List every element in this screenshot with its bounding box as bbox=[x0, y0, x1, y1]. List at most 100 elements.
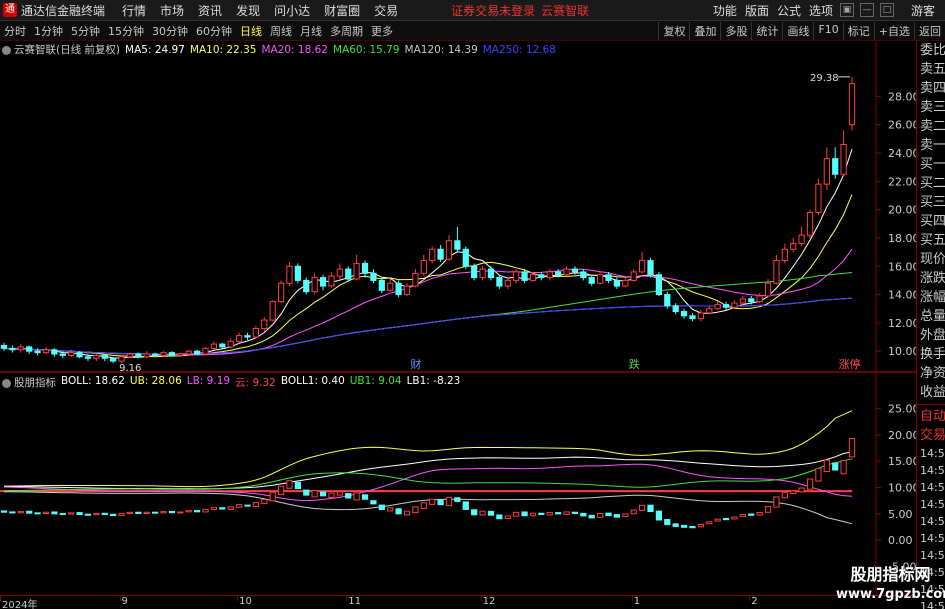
quote-field-16[interactable]: 换手 bbox=[917, 345, 945, 364]
menu-xuanxiang[interactable]: 选项 bbox=[809, 2, 833, 19]
period-tab-5[interactable]: 60分钟 bbox=[192, 23, 236, 39]
period-tab-3[interactable]: 15分钟 bbox=[104, 23, 148, 39]
quote-field-10[interactable]: 买五 bbox=[917, 231, 945, 250]
toolbar-button-8[interactable]: 返回 bbox=[914, 21, 945, 40]
date-tick-4: 12 bbox=[482, 596, 496, 607]
quote-field-13[interactable]: 涨幅 bbox=[917, 288, 945, 307]
menu-shichang[interactable]: 市场 bbox=[160, 2, 184, 19]
quote-field-5[interactable]: 卖一 bbox=[917, 136, 945, 155]
toolbar-button-5[interactable]: F10 bbox=[813, 21, 842, 40]
indicator-bar bbox=[336, 491, 343, 496]
candle bbox=[252, 325, 259, 339]
price-tick-label: 22.00 bbox=[888, 175, 916, 188]
candle bbox=[9, 345, 16, 353]
menu-wenxiaoda[interactable]: 问小达 bbox=[274, 2, 310, 19]
event-marker-1[interactable]: 跌 bbox=[629, 357, 640, 371]
menu-jiaoyi[interactable]: 交易 bbox=[374, 2, 398, 19]
settings-circle-icon[interactable] bbox=[2, 45, 11, 55]
guest-label[interactable]: 游客 bbox=[911, 2, 935, 19]
legend-name: 云赛智联(日线 前复权) bbox=[2, 42, 120, 57]
indicator-bar bbox=[445, 496, 453, 507]
toolbar-button-3[interactable]: 统计 bbox=[751, 21, 782, 40]
menu-gongshi[interactable]: 公式 bbox=[777, 2, 801, 19]
skin-icon[interactable]: ▣ bbox=[839, 3, 854, 17]
quote-field-3[interactable]: 卖三 bbox=[917, 98, 945, 117]
period-tab-4[interactable]: 30分钟 bbox=[148, 23, 192, 39]
trade-header-0[interactable]: 自动 bbox=[917, 407, 945, 426]
trade-header-1[interactable]: 交易 bbox=[917, 426, 945, 445]
period-tab-6[interactable]: 日线 bbox=[236, 23, 266, 39]
quote-field-15[interactable]: 外盘 bbox=[917, 326, 945, 345]
indicator-bar bbox=[294, 481, 301, 490]
quote-field-12[interactable]: 涨跌 bbox=[917, 269, 945, 288]
toolbar-button-2[interactable]: 多股 bbox=[720, 21, 751, 40]
indicator-tick-label: 20.00 bbox=[888, 429, 916, 442]
menu-hangqing[interactable]: 行情 bbox=[122, 2, 146, 19]
candle bbox=[487, 266, 495, 281]
price-tick-label: 24.00 bbox=[888, 147, 916, 160]
quote-field-4[interactable]: 卖二 bbox=[917, 117, 945, 136]
candle bbox=[227, 338, 234, 349]
period-tab-1[interactable]: 1分钟 bbox=[30, 23, 67, 39]
period-tab-8[interactable]: 月线 bbox=[296, 23, 326, 39]
quote-field-1[interactable]: 卖五 bbox=[917, 60, 945, 79]
indicator-bar bbox=[210, 507, 218, 511]
quote-field-14[interactable]: 总量 bbox=[917, 307, 945, 326]
menu-caifuquan[interactable]: 财富圈 bbox=[324, 2, 360, 19]
quote-field-9[interactable]: 买四 bbox=[917, 212, 945, 231]
candle bbox=[294, 263, 301, 284]
toolbar-button-4[interactable]: 画线 bbox=[782, 21, 813, 40]
toolbar-button-7[interactable]: +自选 bbox=[873, 21, 914, 40]
app-window: 通 通达信金融终端 行情 市场 资讯 发现 问小达 财富圈 交易 证券交易未登录… bbox=[0, 0, 945, 609]
period-tab-7[interactable]: 周线 bbox=[266, 23, 296, 39]
toolbar-button-6[interactable]: 标记 bbox=[842, 21, 874, 40]
right-menu: 功能 版面 公式 选项 ▣ — □ 游客 bbox=[709, 2, 945, 19]
event-marker-0[interactable]: 财 bbox=[410, 357, 421, 371]
quote-field-11[interactable]: 现价 bbox=[917, 250, 945, 269]
menu-gongneng[interactable]: 功能 bbox=[713, 2, 737, 19]
indicator-bar bbox=[420, 502, 427, 509]
indicator-bar bbox=[26, 510, 33, 514]
period-tab-10[interactable]: 更多 bbox=[367, 23, 397, 39]
menu-zixun[interactable]: 资讯 bbox=[198, 2, 222, 19]
period-tab-9[interactable]: 多周期 bbox=[326, 23, 367, 39]
quote-field-6[interactable]: 买一 bbox=[917, 155, 945, 174]
event-marker-2[interactable]: 涨停 bbox=[839, 357, 861, 371]
minimize-icon[interactable]: — bbox=[859, 3, 874, 17]
date-tick-5: 1 bbox=[633, 596, 641, 607]
period-tab-0[interactable]: 分时 bbox=[0, 23, 30, 39]
indicator-bar bbox=[361, 494, 369, 500]
indicator-bar bbox=[798, 487, 805, 493]
login-notice[interactable]: 证券交易未登录 bbox=[451, 2, 535, 19]
candle bbox=[706, 305, 713, 315]
toolbar-button-1[interactable]: 叠加 bbox=[689, 21, 720, 40]
indicator-bar bbox=[17, 511, 24, 514]
quote-field-2[interactable]: 卖四 bbox=[917, 79, 945, 98]
indicator-bar bbox=[202, 508, 209, 513]
indicator-bar bbox=[597, 513, 604, 518]
quote-field-8[interactable]: 买三 bbox=[917, 193, 945, 212]
toolbar-button-0[interactable]: 复权 bbox=[658, 21, 689, 40]
settings-circle-icon[interactable] bbox=[2, 378, 11, 388]
moving-average-lines bbox=[3, 148, 853, 359]
indicator-bar bbox=[756, 511, 763, 516]
quote-field-7[interactable]: 买二 bbox=[917, 174, 945, 193]
legend-item-2: MA20: 18.62 bbox=[261, 43, 328, 56]
candle bbox=[437, 245, 444, 263]
candle bbox=[823, 147, 830, 190]
candle bbox=[387, 278, 394, 292]
menu-banmian[interactable]: 版面 bbox=[745, 2, 769, 19]
candle bbox=[361, 260, 369, 278]
quote-field-17[interactable]: 净资 bbox=[917, 364, 945, 383]
indicator-bar bbox=[395, 508, 402, 515]
indicator-bar bbox=[462, 501, 469, 510]
legend-item-2: LB: 9.19 bbox=[186, 375, 231, 387]
maximize-icon[interactable]: □ bbox=[879, 3, 894, 17]
quote-field-18[interactable]: 收益 bbox=[917, 383, 945, 402]
candle bbox=[26, 345, 33, 355]
quote-field-0[interactable]: 委比 bbox=[917, 41, 945, 60]
price-tick-label: 14.00 bbox=[888, 289, 916, 302]
menu-faxian[interactable]: 发现 bbox=[236, 2, 260, 19]
date-tick-0: 2024年 bbox=[2, 600, 38, 609]
period-tab-2[interactable]: 5分钟 bbox=[67, 23, 104, 39]
